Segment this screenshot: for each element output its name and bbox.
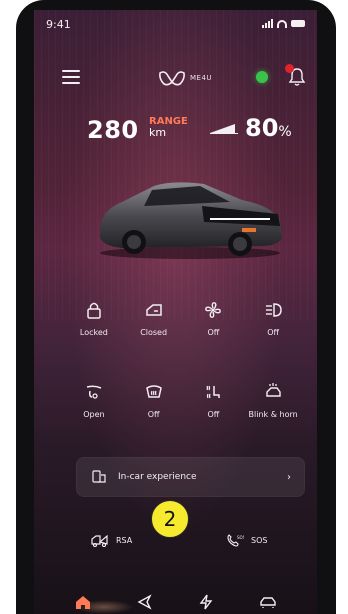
controls-row-2: Open Off Off Blink & horn <box>64 382 303 419</box>
blink-horn-control[interactable]: Blink & horn <box>243 382 303 419</box>
lock-label: Locked <box>79 328 108 337</box>
bottom-nav <box>34 590 317 614</box>
fan-icon <box>205 302 222 318</box>
battery-charge-icon <box>210 124 238 134</box>
headlight-label: Off <box>267 328 280 337</box>
seat-heater-control[interactable]: Off <box>184 382 244 419</box>
screen-mirror-icon <box>92 470 106 483</box>
door-control[interactable]: Closed <box>124 300 184 337</box>
in-car-experience-card[interactable]: In-car experience › <box>76 457 305 497</box>
fan-control[interactable]: Off <box>184 300 244 337</box>
notifications-button[interactable] <box>285 64 307 88</box>
rsa-button[interactable]: RSA <box>91 533 132 547</box>
wifi-icon <box>277 20 287 28</box>
me4u-logo-icon <box>159 71 185 86</box>
blink-horn-icon <box>266 383 281 397</box>
status-bar: 9:41 <box>46 18 305 34</box>
defrost-control[interactable]: Off <box>124 382 184 419</box>
chevron-right-icon: › <box>287 471 291 483</box>
menu-icon[interactable] <box>62 70 80 84</box>
annotation-marker: 2 <box>151 500 189 538</box>
sunroof-label: Open <box>83 410 105 419</box>
defrost-icon <box>145 385 162 398</box>
card-label: In-car experience <box>118 472 197 482</box>
charge-icon[interactable] <box>197 593 215 611</box>
blink-horn-label: Blink & horn <box>248 410 298 419</box>
logo-text: ME4U <box>190 74 213 82</box>
door-label: Closed <box>140 328 168 337</box>
sos-label: SOS <box>251 535 268 545</box>
battery-value: 80 <box>245 114 279 142</box>
lock-control[interactable]: Locked <box>64 300 124 337</box>
battery-unit: % <box>278 124 292 140</box>
seat-heater-icon <box>206 385 221 399</box>
car-image <box>100 182 282 259</box>
battery-stat: 80% <box>209 114 292 142</box>
rsa-label: RSA <box>116 535 133 545</box>
headlight-control[interactable]: Off <box>243 300 303 337</box>
range-units: RANGE km <box>149 116 188 138</box>
car-door-icon <box>145 304 162 316</box>
seat-heater-label: Off <box>207 410 220 419</box>
tow-truck-icon <box>91 534 108 547</box>
sos-button[interactable]: SOS SOS <box>226 533 267 547</box>
connection-status-dot <box>256 71 268 83</box>
status-icons <box>262 18 305 28</box>
svg-text:SOS: SOS <box>237 535 244 540</box>
car-icon[interactable] <box>259 593 277 611</box>
signal-icon <box>262 18 273 28</box>
defrost-label: Off <box>147 410 160 419</box>
sunroof-icon <box>86 385 102 399</box>
lock-icon <box>87 302 101 319</box>
controls-row-1: Locked Closed Off Off <box>64 300 303 337</box>
range-stat: 280 RANGE km <box>87 116 188 144</box>
phone-sos-icon: SOS <box>227 534 244 547</box>
brand-logo: ME4U <box>158 67 228 89</box>
sunroof-control[interactable]: Open <box>64 382 124 419</box>
headlight-icon <box>266 303 282 317</box>
range-value: 280 <box>87 116 139 144</box>
status-time: 9:41 <box>46 18 71 31</box>
navigate-icon[interactable] <box>136 593 154 611</box>
battery-status-icon <box>291 19 305 27</box>
top-bar: ME4U <box>34 64 317 91</box>
home-icon[interactable] <box>74 593 92 611</box>
notification-badge <box>285 64 294 73</box>
range-unit: km <box>149 126 167 139</box>
fan-label: Off <box>207 328 220 337</box>
